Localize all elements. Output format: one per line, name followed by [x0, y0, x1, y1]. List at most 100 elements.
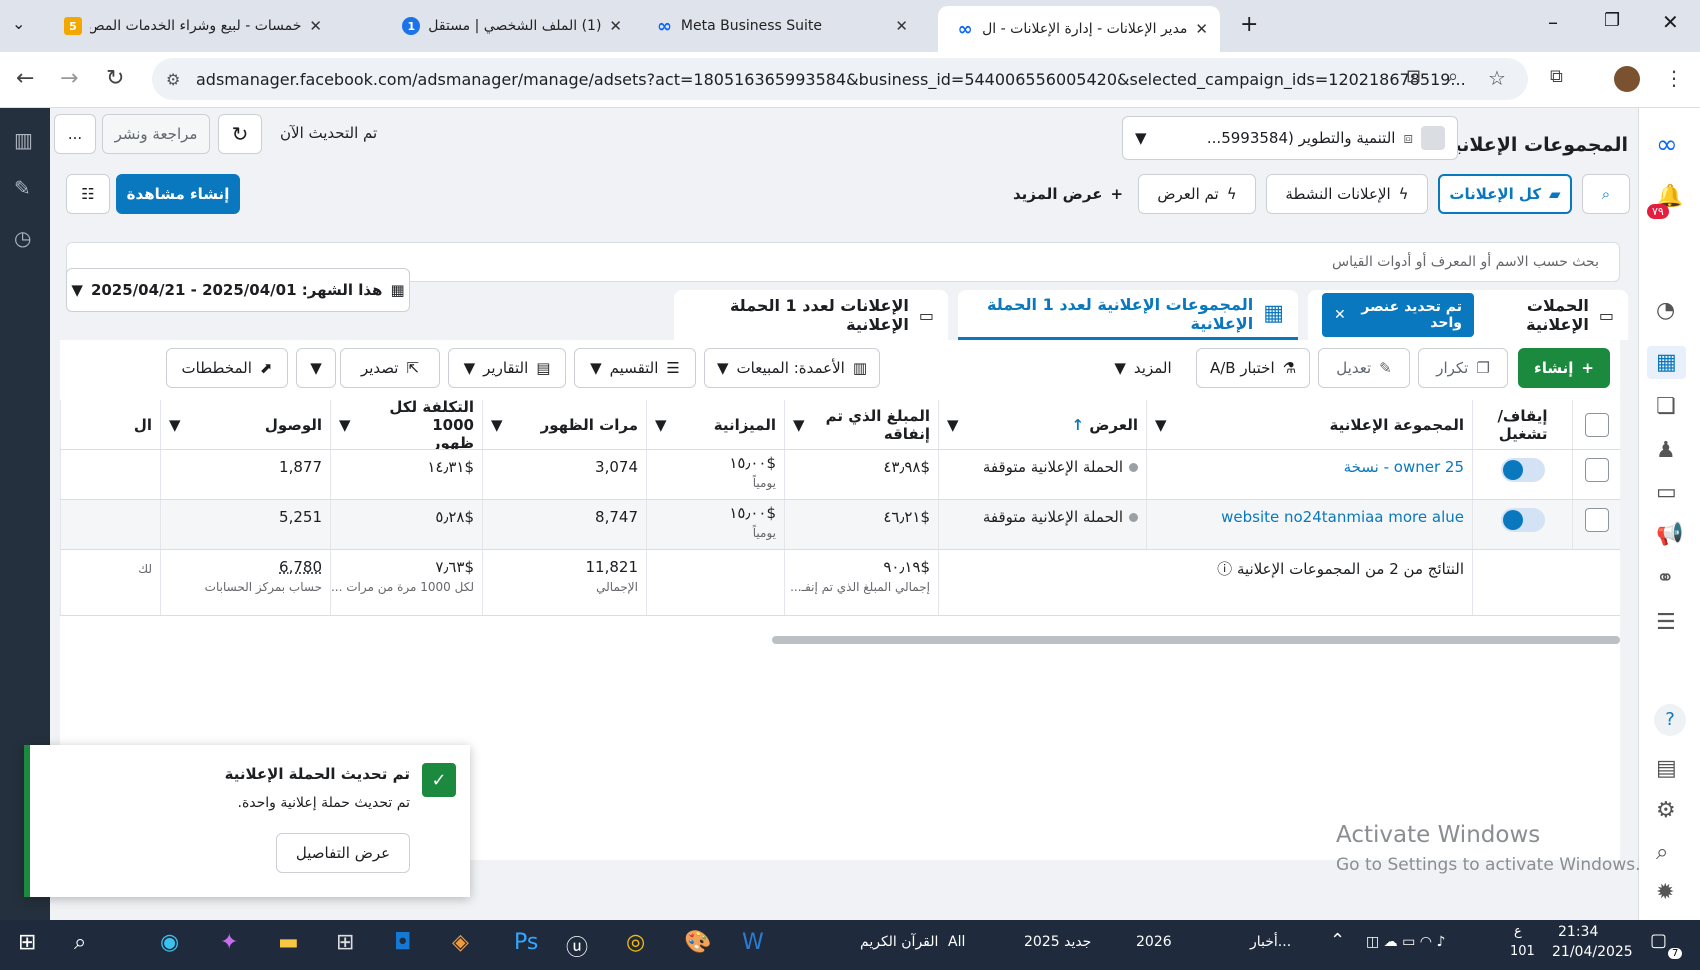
upwork-icon[interactable]: ⓤ: [566, 930, 588, 962]
address-bar[interactable]: ⚙ adsmanager.facebook.com/adsmanager/man…: [152, 58, 1528, 100]
outlook-icon[interactable]: ◘: [394, 930, 411, 955]
export-dropdown[interactable]: ▼: [296, 348, 336, 388]
paint-icon[interactable]: 🎨: [684, 930, 711, 955]
col-spent[interactable]: المبلغ الذي تم إنفاقه ▼: [784, 400, 938, 449]
notification-center-icon[interactable]: ▢: [1650, 930, 1667, 951]
table-row[interactable]: website no24tanmiaa more alue الحملة الإ…: [60, 500, 1620, 550]
tab-mostaql[interactable]: ✕ (1) الملف الشخصي | مستقل 1: [344, 8, 634, 44]
show-more-filters[interactable]: + عرض المزيد: [1008, 174, 1128, 214]
tab-meta-business[interactable]: ∞ Meta Business Suite ✕: [644, 8, 920, 44]
bug-icon[interactable]: ✹: [1656, 880, 1674, 905]
col-cpm[interactable]: التكلفة لكل 1000 ظهور ▼: [330, 400, 482, 449]
input-language[interactable]: ع: [1514, 924, 1522, 939]
pages-icon[interactable]: ❏: [1656, 394, 1676, 419]
audiences-icon[interactable]: ♟: [1656, 438, 1676, 463]
taskbar-2026[interactable]: 2026: [1136, 934, 1172, 950]
profile-avatar[interactable]: [1614, 66, 1640, 92]
search-icon[interactable]: ⌕: [74, 930, 86, 955]
windows-start-icon[interactable]: ⊞: [18, 930, 36, 955]
settings-icon[interactable]: ⚙: [1656, 798, 1676, 823]
col-delivery[interactable]: العرض ↑ ▼: [938, 400, 1146, 449]
adset-name[interactable]: owner 25 - نسخة: [1146, 450, 1472, 499]
tab-ads[interactable]: ▭ الإعلانات لعدد 1 الحملة الإعلانية: [674, 290, 948, 340]
taskbar-new2025[interactable]: جديد 2025: [1024, 934, 1091, 950]
select-all-checkbox[interactable]: [1572, 400, 1620, 449]
all-tools-icon[interactable]: ☰: [1656, 610, 1676, 635]
maximize-icon[interactable]: ❐: [1604, 10, 1620, 31]
ads-table-icon[interactable]: ▦: [1647, 346, 1686, 379]
close-icon[interactable]: ✕: [1195, 20, 1208, 38]
file-explorer-icon[interactable]: ▬: [278, 930, 299, 955]
report-icon[interactable]: ▤: [1656, 756, 1677, 781]
col-reach[interactable]: الوصول ▼: [160, 400, 330, 449]
back-icon[interactable]: ←: [16, 66, 34, 91]
tab-khamsat[interactable]: ✕ خمسات - لبيع وشراء الخدمات المص 5: [52, 8, 334, 44]
edge-icon[interactable]: ◉: [160, 930, 179, 955]
horizontal-scrollbar[interactable]: [772, 636, 1620, 644]
network-icon[interactable]: ⚭: [1656, 566, 1674, 591]
extensions-icon[interactable]: ⧉: [1550, 66, 1563, 87]
dashboard-icon[interactable]: ◔: [1656, 298, 1675, 323]
clock-time[interactable]: 21:34: [1558, 924, 1598, 940]
chrome-icon[interactable]: ◎: [626, 930, 645, 955]
row-toggle[interactable]: [1472, 450, 1572, 499]
table-row[interactable]: owner 25 - نسخة الحملة الإعلانية متوقفة …: [60, 450, 1620, 500]
col-toggle[interactable]: إيقاف/ تشغيل: [1472, 400, 1572, 449]
chart-icon[interactable]: ▥: [14, 128, 33, 152]
tray-icons[interactable]: ◫ ☁ ▭ ◠ ♪: [1366, 934, 1445, 950]
view-details-button[interactable]: عرض التفاصيل: [276, 833, 410, 873]
chevron-up-icon[interactable]: ⌃: [1330, 930, 1345, 951]
meta-logo-icon[interactable]: ∞: [1656, 130, 1678, 160]
reports-button[interactable]: ▤ التقارير ▼: [448, 348, 566, 388]
review-publish-button[interactable]: مراجعة ونشر: [102, 114, 210, 154]
tab-search-icon[interactable]: ⌄: [12, 14, 25, 33]
create-view-button[interactable]: إنشاء مشاهدة: [116, 174, 240, 214]
bookmark-star-icon[interactable]: ☆: [1488, 66, 1506, 90]
taskbar-news[interactable]: أخبار...: [1250, 934, 1291, 950]
install-icon[interactable]: ⊡: [1406, 66, 1421, 87]
create-button[interactable]: + إنشاء: [1518, 348, 1610, 388]
menu-icon[interactable]: ⋮: [1664, 66, 1684, 90]
adset-name[interactable]: website no24tanmiaa more alue: [1146, 500, 1472, 549]
export-button[interactable]: ⇱ تصدير: [340, 348, 440, 388]
account-selector[interactable]: ⧈ التنمية والتطوير (5993584... ▼: [1122, 116, 1458, 160]
row-checkbox[interactable]: [1572, 450, 1620, 499]
more-options-button[interactable]: ...: [54, 114, 96, 154]
breakdown-button[interactable]: ☰ التقسيم ▼: [574, 348, 696, 388]
search-button[interactable]: ⌕: [1582, 174, 1630, 214]
refresh-button[interactable]: ↻: [218, 114, 262, 154]
tab-ads-manager[interactable]: ✕ مدير الإعلانات - إدارة الإعلانات - ال …: [938, 6, 1220, 52]
row-toggle[interactable]: [1472, 500, 1572, 549]
tab-campaigns[interactable]: ▭ الحملات الإعلانية تم تحديد عنصر واحد ✕: [1308, 290, 1628, 340]
col-budget[interactable]: الميزانية ▼: [646, 400, 784, 449]
m365-icon[interactable]: ◈: [452, 930, 469, 955]
active-ads-filter[interactable]: ϟ الإعلانات النشطة: [1266, 174, 1428, 214]
forward-icon[interactable]: →: [60, 66, 78, 91]
reload-icon[interactable]: ↻: [106, 66, 124, 91]
tab-adsets[interactable]: ▦ المجموعات الإعلانية لعدد 1 الحملة الإع…: [958, 290, 1298, 340]
close-icon[interactable]: ✕: [1334, 307, 1346, 323]
new-tab-icon[interactable]: +: [1240, 12, 1258, 37]
more-actions-button[interactable]: المزيد ▼: [1098, 348, 1188, 388]
help-icon[interactable]: ?: [1654, 704, 1686, 736]
billing-icon[interactable]: ▭: [1656, 480, 1677, 505]
search-icon[interactable]: ⌕: [1656, 840, 1668, 865]
columns-button[interactable]: ▥ الأعمدة: المبيعات ▼: [704, 348, 880, 388]
customize-button[interactable]: ☷: [66, 174, 110, 214]
clock-date[interactable]: 21/04/2025: [1552, 944, 1633, 960]
ab-test-button[interactable]: ⚗ اختبار A/B: [1196, 348, 1310, 388]
clock-icon[interactable]: ◷: [14, 226, 31, 250]
edit-button[interactable]: ✎ تعديل: [1318, 348, 1410, 388]
store-icon[interactable]: ⊞: [336, 930, 354, 955]
row-checkbox[interactable]: [1572, 500, 1620, 549]
site-info-icon[interactable]: ⚙: [166, 70, 180, 89]
megaphone-icon[interactable]: 📢: [1656, 522, 1683, 547]
charts-button[interactable]: ⬈ المخططات: [166, 348, 288, 388]
zoom-icon[interactable]: ⌕: [1448, 66, 1458, 87]
close-icon[interactable]: ✕: [609, 17, 622, 35]
close-window-icon[interactable]: ✕: [1662, 10, 1679, 34]
date-range-picker[interactable]: ▦ هذا الشهر: 2025/04/01 - 2025/04/21 ▼: [66, 268, 410, 312]
col-impressions[interactable]: مرات الظهور ▼: [482, 400, 646, 449]
taskbar-quran[interactable]: القرآن الكريم: [860, 934, 938, 950]
copilot-icon[interactable]: ✦: [220, 930, 238, 955]
